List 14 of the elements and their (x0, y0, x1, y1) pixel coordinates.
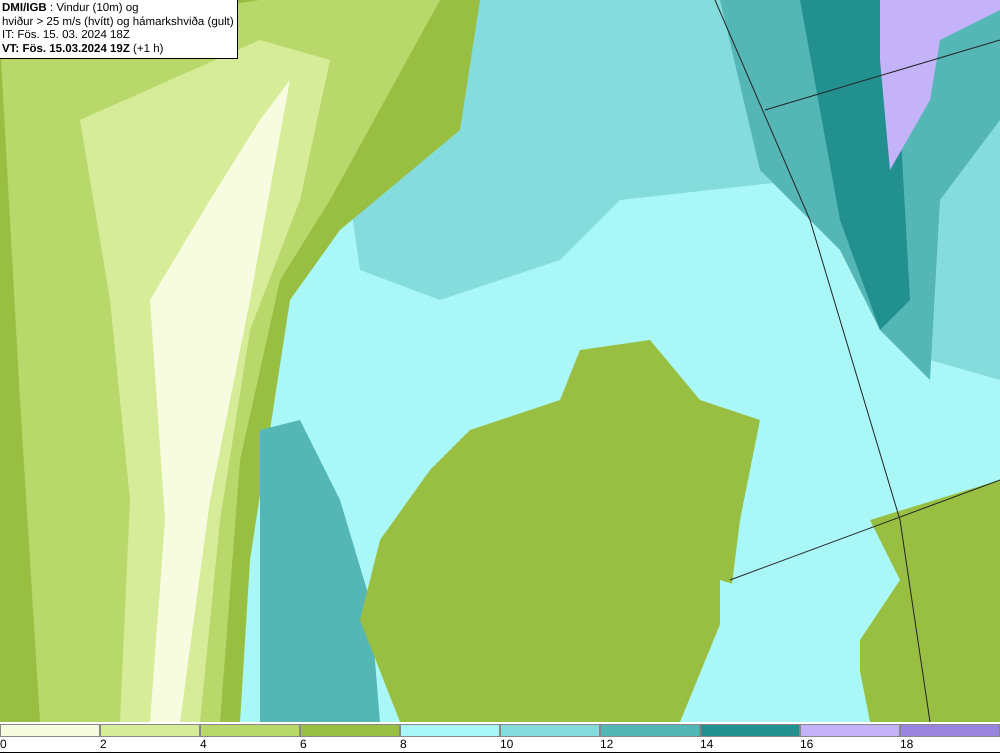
scale-label: 0 (0, 737, 7, 751)
legend-text: DMI/IGB : Vindur (10m) og (2, 2, 140, 16)
scale-label: 8 (400, 737, 407, 751)
legend-text: hviður > 25 m/s (hvítt) og hámarkshviða (gult) (2, 16, 234, 29)
scale-label: 10 (500, 737, 514, 751)
legend-text: VT: Fös. 15.03.2024 19Z (+1 h) (2, 42, 164, 56)
scale-label: 2 (100, 737, 107, 751)
legend-text: IT: Fös. 15. 03. 2024 18Z (2, 29, 131, 42)
scale-label: 18 (900, 737, 914, 751)
scale-label: 16 (800, 737, 814, 751)
scale-label: 4 (200, 737, 207, 751)
scale-label: 6 (300, 737, 307, 751)
scale-label: 12 (600, 737, 614, 751)
scale-label: 14 (700, 737, 714, 751)
